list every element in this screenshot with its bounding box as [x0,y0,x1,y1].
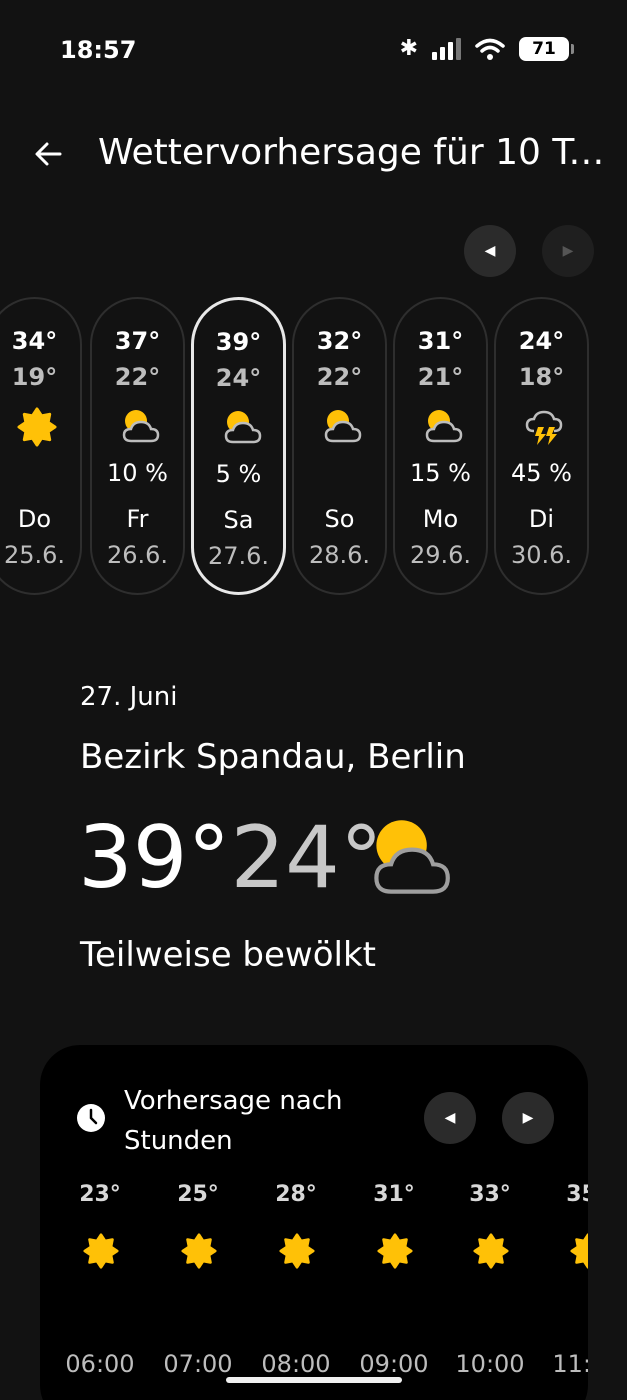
hour-temp: 31° [373,1182,415,1207]
partly-cloudy-icon [425,410,463,443]
hour-time: 09:00 [359,1350,429,1378]
day-low-temp: 18° [518,363,565,391]
day-pill-3[interactable]: 32° 22° So 28.6. [292,297,387,595]
hour-temp: 23° [79,1182,121,1207]
hour-time: 06:00 [65,1350,135,1378]
day-pill-0[interactable]: 34° 19° Do 25.6. [0,297,82,595]
detail-temperatures: 39°24° [78,808,383,908]
day-pill-5[interactable]: 24° 18° 45 % Di 30.6. [494,297,589,595]
days-prev-button[interactable]: ◀ [464,225,516,277]
back-button[interactable] [26,132,70,176]
hour-time: 07:00 [163,1350,233,1378]
sun-icon [181,1233,217,1269]
status-icons: ✱ 71 [399,36,574,61]
hourly-forecast-card: Vorhersage nach Stunden ◀ ▶ 23° 06:00 25… [40,1045,588,1400]
status-bar: 18:57 ✱ 71 [0,0,627,100]
day-pill-2-selected[interactable]: 39° 24° 5 % Sa 27.6. [191,297,286,595]
day-date: 25.6. [3,541,66,569]
thunderstorm-icon [525,410,563,445]
day-name: Mo [422,505,459,533]
day-name: Fr [126,505,149,533]
day-low-temp: 24° [215,364,262,392]
partly-cloudy-icon [224,411,262,444]
hour-time: 08:00 [261,1350,331,1378]
day-low-temp: 19° [11,363,58,391]
day-high-temp: 39° [215,328,262,356]
day-name: Di [528,505,555,533]
home-indicator[interactable] [226,1377,402,1383]
chevron-right-icon: ▶ [562,243,574,259]
detail-location: Bezirk Spandau, Berlin [80,737,466,777]
page-title: Wettervorhersage für 10 Tage [98,132,618,173]
day-name: Do [17,505,52,533]
sun-icon [279,1233,315,1269]
day-date: 26.6. [106,541,169,569]
day-name: Sa [223,506,254,534]
day-date: 27.6. [207,542,270,570]
detail-date: 27. Juni [80,682,178,712]
hourly-row: 23° 06:00 25° 07:00 28° 08:00 31° 09:00 … [40,1045,588,1400]
day-low-temp: 21° [417,363,464,391]
partly-cloudy-icon [122,410,160,443]
hour-temp: 28° [275,1182,317,1207]
hour-time: 11:00 [552,1350,588,1378]
sun-icon [570,1233,588,1269]
day-precipitation: 45 % [511,459,572,487]
day-pill-4[interactable]: 31° 21° 15 % Mo 29.6. [393,297,488,595]
hour-temp: 25° [177,1182,219,1207]
hour-temp: 33° [469,1182,511,1207]
status-time: 18:57 [60,36,137,64]
day-date: 29.6. [409,541,472,569]
arrow-left-icon [35,142,62,166]
detail-condition: Teilweise bewölkt [80,935,376,975]
detail-high-temp: 39° [78,808,231,908]
day-high-temp: 34° [11,327,58,355]
hour-time: 10:00 [455,1350,525,1378]
daily-forecast-strip: 34° 19° Do 25.6. 37° 22° 10 % Fr 26.6. 3… [0,297,627,597]
sun-icon [83,1233,119,1269]
day-low-temp: 22° [316,363,363,391]
day-high-temp: 32° [316,327,363,355]
sun-icon [17,407,57,447]
hour-temp: 35° [566,1182,588,1207]
day-pill-1[interactable]: 37° 22° 10 % Fr 26.6. [90,297,185,595]
day-high-temp: 31° [417,327,464,355]
sun-icon [377,1233,413,1269]
bluetooth-icon: ✱ [399,36,418,61]
chevron-left-icon: ◀ [484,243,496,259]
signal-icon [432,37,461,60]
day-name: So [324,505,355,533]
partly-cloudy-icon [324,410,362,443]
days-next-button[interactable]: ▶ [542,225,594,277]
day-high-temp: 24° [518,327,565,355]
day-date: 30.6. [510,541,573,569]
detail-low-temp: 24° [230,808,383,908]
day-precipitation: 15 % [410,459,471,487]
sun-icon [473,1233,509,1269]
wifi-icon [475,38,505,60]
day-low-temp: 22° [114,363,161,391]
day-high-temp: 37° [114,327,161,355]
partly-cloudy-icon [374,820,450,894]
day-date: 28.6. [308,541,371,569]
app-bar: Wettervorhersage für 10 Tage [0,120,627,190]
battery-indicator: 71 [519,36,574,61]
day-precipitation: 5 % [215,460,262,488]
day-precipitation: 10 % [107,459,168,487]
